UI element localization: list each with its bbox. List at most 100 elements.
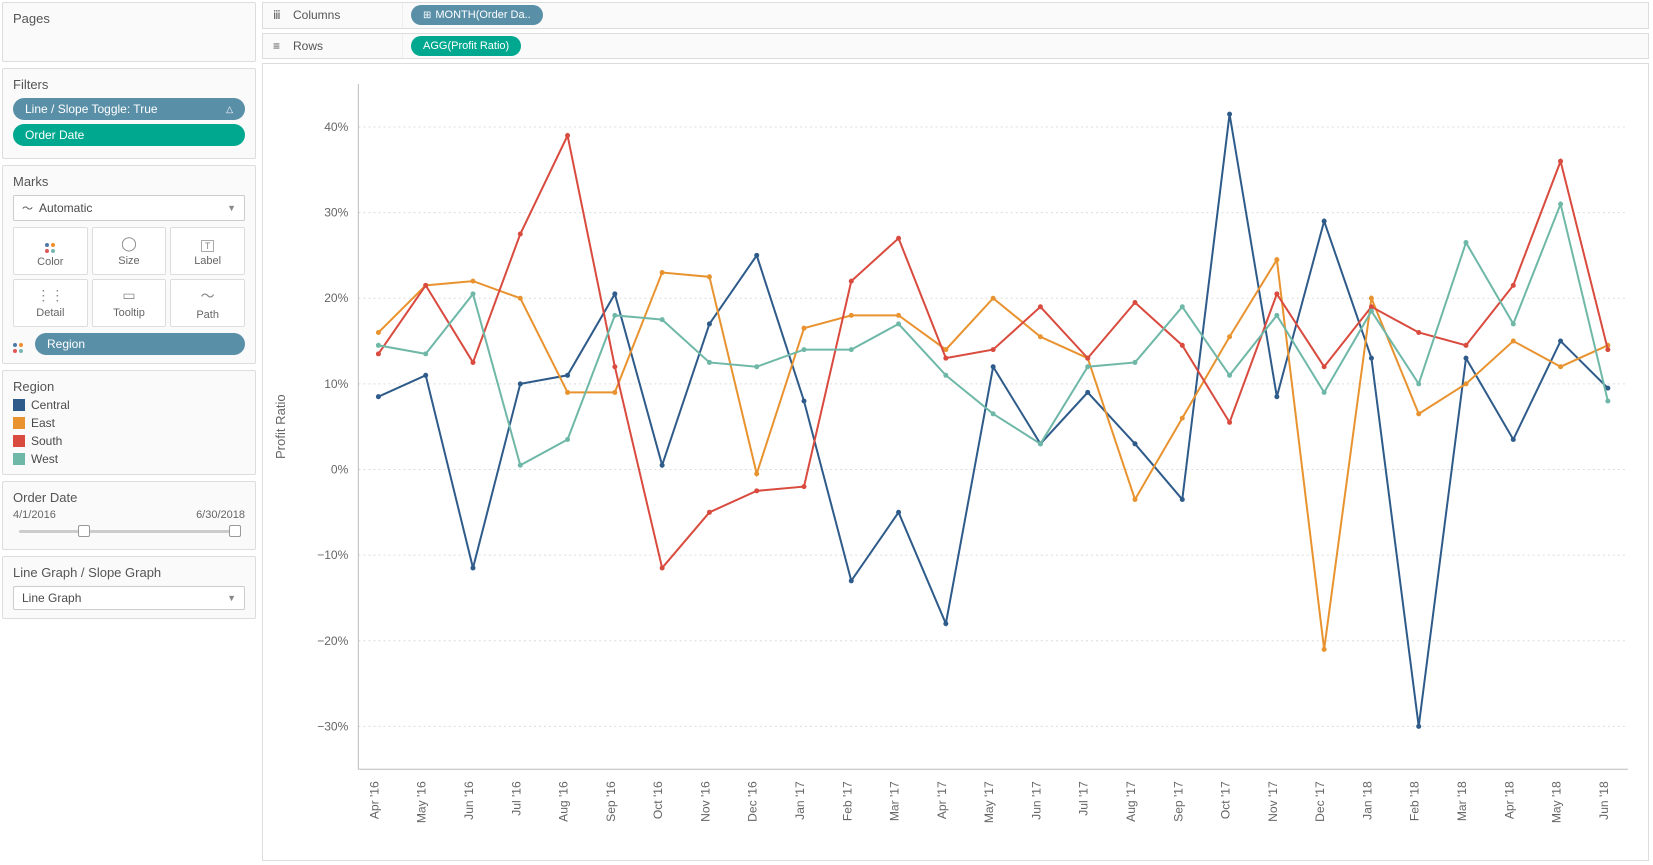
- data-point[interactable]: [612, 364, 617, 369]
- data-point[interactable]: [1322, 647, 1327, 652]
- data-point[interactable]: [991, 347, 996, 352]
- data-point[interactable]: [896, 236, 901, 241]
- data-point[interactable]: [943, 373, 948, 378]
- data-point[interactable]: [612, 390, 617, 395]
- data-point[interactable]: [896, 510, 901, 515]
- data-point[interactable]: [849, 347, 854, 352]
- data-point[interactable]: [1038, 334, 1043, 339]
- data-point[interactable]: [612, 313, 617, 318]
- data-point[interactable]: [565, 437, 570, 442]
- data-point[interactable]: [1085, 390, 1090, 395]
- data-point[interactable]: [1416, 724, 1421, 729]
- mark-label-button[interactable]: TLabel: [170, 227, 245, 275]
- data-point[interactable]: [376, 330, 381, 335]
- data-point[interactable]: [1558, 339, 1563, 344]
- data-point[interactable]: [1463, 240, 1468, 245]
- data-point[interactable]: [1558, 202, 1563, 207]
- data-point[interactable]: [801, 484, 806, 489]
- filter-pill[interactable]: Line / Slope Toggle: True△: [13, 98, 245, 120]
- mark-tooltip-button[interactable]: ▭Tooltip: [92, 279, 167, 327]
- data-point[interactable]: [660, 270, 665, 275]
- data-point[interactable]: [1274, 313, 1279, 318]
- data-point[interactable]: [470, 279, 475, 284]
- data-point[interactable]: [849, 313, 854, 318]
- data-point[interactable]: [991, 296, 996, 301]
- data-point[interactable]: [423, 373, 428, 378]
- data-point[interactable]: [801, 326, 806, 331]
- data-point[interactable]: [518, 381, 523, 386]
- mark-color-button[interactable]: Color: [13, 227, 88, 275]
- data-point[interactable]: [1322, 390, 1327, 395]
- slider-handle-end[interactable]: [229, 525, 241, 537]
- data-point[interactable]: [518, 232, 523, 237]
- data-point[interactable]: [518, 296, 523, 301]
- data-point[interactable]: [1369, 356, 1374, 361]
- chart-area[interactable]: −30%−20%−10%0%10%20%30%40%Apr '16May '16…: [262, 63, 1649, 861]
- slider-handle-start[interactable]: [78, 525, 90, 537]
- data-point[interactable]: [991, 364, 996, 369]
- data-point[interactable]: [612, 292, 617, 297]
- date-slider[interactable]: [13, 523, 245, 541]
- data-point[interactable]: [707, 274, 712, 279]
- data-point[interactable]: [801, 347, 806, 352]
- data-point[interactable]: [1463, 381, 1468, 386]
- data-point[interactable]: [565, 133, 570, 138]
- data-point[interactable]: [1227, 112, 1232, 117]
- mark-path-button[interactable]: 〜Path: [170, 279, 245, 327]
- data-point[interactable]: [470, 292, 475, 297]
- mark-type-select[interactable]: 〜 Automatic ▼: [13, 195, 245, 221]
- data-point[interactable]: [1463, 356, 1468, 361]
- columns-shelf[interactable]: ⅲ Columns ⊞ MONTH(Order Da..: [262, 2, 1649, 29]
- data-point[interactable]: [754, 364, 759, 369]
- data-point[interactable]: [991, 411, 996, 416]
- data-point[interactable]: [470, 360, 475, 365]
- legend-item[interactable]: South: [13, 434, 245, 448]
- data-point[interactable]: [1369, 309, 1374, 314]
- graph-toggle-select[interactable]: Line Graph ▼: [13, 586, 245, 610]
- data-point[interactable]: [1558, 159, 1563, 164]
- data-point[interactable]: [1180, 497, 1185, 502]
- data-point[interactable]: [1274, 394, 1279, 399]
- columns-pill[interactable]: ⊞ MONTH(Order Da..: [411, 5, 543, 25]
- data-point[interactable]: [1511, 437, 1516, 442]
- data-point[interactable]: [1180, 343, 1185, 348]
- mark-detail-button[interactable]: ⋮⋮Detail: [13, 279, 88, 327]
- data-point[interactable]: [1227, 373, 1232, 378]
- data-point[interactable]: [1132, 360, 1137, 365]
- mark-size-button[interactable]: ◯Size: [92, 227, 167, 275]
- data-point[interactable]: [565, 373, 570, 378]
- data-point[interactable]: [849, 578, 854, 583]
- data-point[interactable]: [1322, 219, 1327, 224]
- data-point[interactable]: [1274, 257, 1279, 262]
- data-point[interactable]: [754, 253, 759, 258]
- data-point[interactable]: [1416, 330, 1421, 335]
- data-point[interactable]: [1605, 399, 1610, 404]
- rows-shelf[interactable]: ≡ Rows AGG(Profit Ratio): [262, 33, 1649, 60]
- data-point[interactable]: [376, 394, 381, 399]
- data-point[interactable]: [754, 488, 759, 493]
- data-point[interactable]: [707, 322, 712, 327]
- data-point[interactable]: [423, 351, 428, 356]
- data-point[interactable]: [943, 356, 948, 361]
- data-point[interactable]: [1274, 292, 1279, 297]
- data-point[interactable]: [376, 343, 381, 348]
- data-point[interactable]: [1511, 322, 1516, 327]
- data-point[interactable]: [1132, 497, 1137, 502]
- data-point[interactable]: [1322, 364, 1327, 369]
- data-point[interactable]: [707, 510, 712, 515]
- data-point[interactable]: [1132, 441, 1137, 446]
- data-point[interactable]: [1463, 343, 1468, 348]
- data-point[interactable]: [423, 283, 428, 288]
- data-point[interactable]: [1416, 411, 1421, 416]
- data-point[interactable]: [1227, 334, 1232, 339]
- data-point[interactable]: [801, 399, 806, 404]
- data-point[interactable]: [1085, 364, 1090, 369]
- data-point[interactable]: [518, 463, 523, 468]
- region-color-pill[interactable]: Region: [35, 333, 245, 355]
- data-point[interactable]: [1369, 296, 1374, 301]
- legend-item[interactable]: East: [13, 416, 245, 430]
- legend-item[interactable]: West: [13, 452, 245, 466]
- data-point[interactable]: [1180, 416, 1185, 421]
- data-point[interactable]: [660, 463, 665, 468]
- data-point[interactable]: [1605, 347, 1610, 352]
